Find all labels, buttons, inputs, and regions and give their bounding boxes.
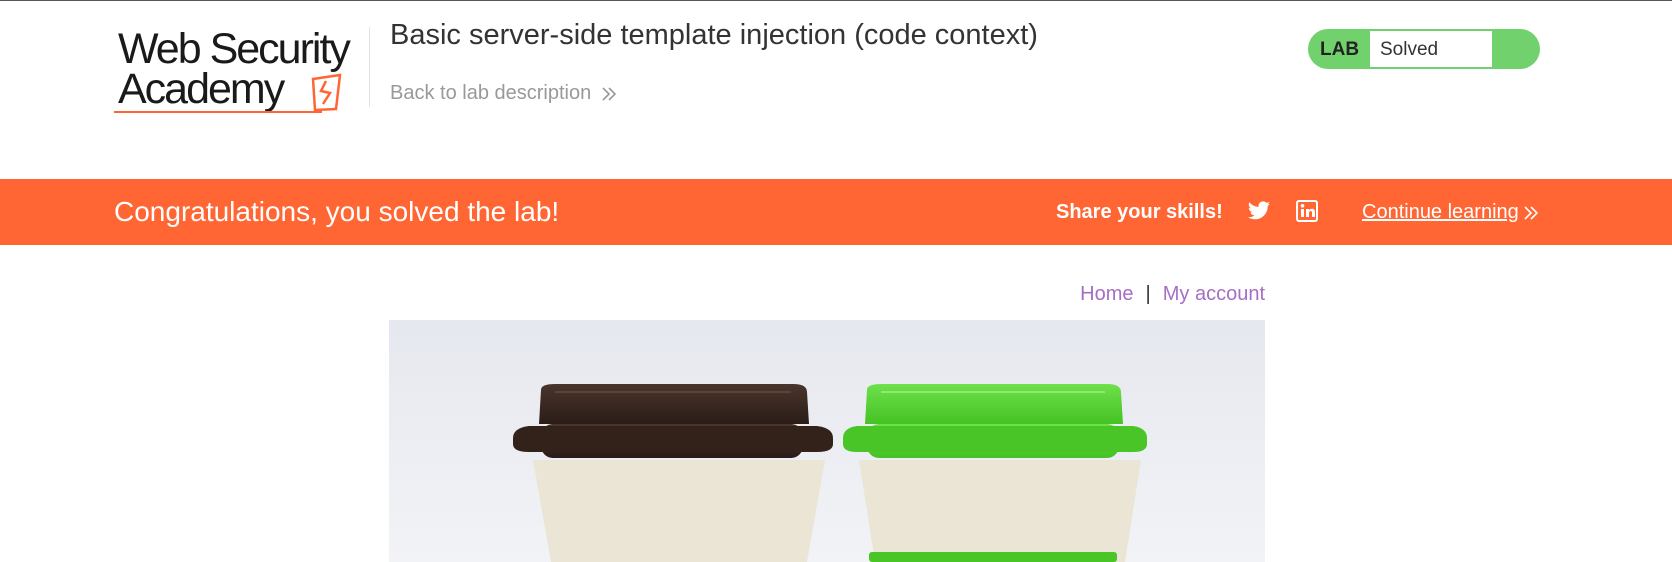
lab-status-box: Solved [1370,31,1492,67]
web-security-academy-logo[interactable]: Web Security Academy [114,25,366,119]
continue-learning-label: Continue learning [1362,201,1519,223]
chevron-double-right-icon [602,86,617,101]
back-to-lab-description-link[interactable]: Back to lab description [390,82,617,105]
top-nav: Home | My account [1080,283,1265,306]
product-image [389,320,1265,562]
lab-status-widget: LAB Solved [1308,29,1540,69]
congratulations-message: Congratulations, you solved the lab! [114,196,560,227]
solved-banner: Congratulations, you solved the lab! Sha… [0,179,1672,245]
lab-header: Web Security Academy Basic server-side t… [0,1,1672,179]
nav-my-account-link[interactable]: My account [1163,283,1265,305]
nav-home-link[interactable]: Home [1080,283,1133,305]
green-cup [843,384,1147,562]
logo-line-1: Web Security [118,25,351,73]
continue-learning-link[interactable]: Continue learning [1362,201,1539,224]
lab-status-tag: LAB [1320,39,1360,60]
lab-title: Basic server-side template injection (co… [390,19,1038,51]
logo-underline [114,111,322,113]
header-divider [369,27,370,107]
logo-line-2: Academy [118,65,285,113]
logo-bolt-icon [311,73,342,111]
linkedin-icon[interactable] [1296,200,1318,222]
twitter-icon[interactable] [1246,199,1272,223]
brown-cup [513,384,833,562]
lab-status-value: Solved [1380,39,1439,60]
chevron-double-right-icon [1524,205,1538,220]
coffee-cups-illustration [389,320,1265,562]
share-skills-label: Share your skills! [1056,201,1223,223]
back-link-label: Back to lab description [390,82,592,104]
nav-separator: | [1145,283,1151,305]
